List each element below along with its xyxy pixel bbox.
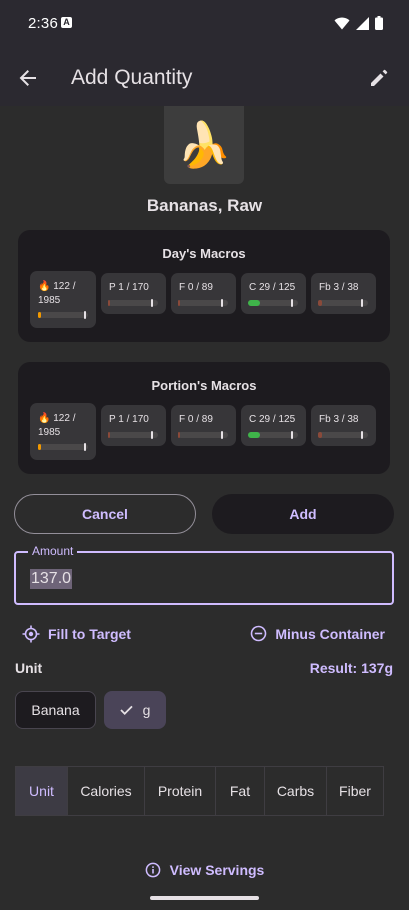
fat-bar-target <box>221 431 223 439</box>
tab-calories[interactable]: Calories <box>68 767 145 815</box>
protein-bar-fill <box>108 300 110 306</box>
fat-label: F 0 / 89 <box>179 414 213 425</box>
fat-chip: F 0 / 89 <box>171 405 236 446</box>
protein-label: P 1 / 170 <box>109 414 149 425</box>
fat-bar <box>178 431 228 439</box>
amount-field[interactable]: Amount 137.0 <box>14 544 394 605</box>
minus-container-label: Minus Container <box>275 625 385 642</box>
amount-label: Amount <box>28 544 78 558</box>
calories-chip: 🔥 122 / 1985 <box>30 271 96 328</box>
signal-icon <box>356 16 369 30</box>
carbs-bar-target <box>291 299 293 307</box>
fiber-chip: Fb 3 / 38 <box>311 405 376 446</box>
days-macros-card: Day's Macros 🔥 122 / 1985 P 1 / 170 F 0 … <box>18 230 390 342</box>
arrow-back-icon <box>19 70 36 86</box>
food-name: Bananas, Raw <box>146 196 263 215</box>
unit-option-banana[interactable]: Banana <box>15 691 96 729</box>
calories-label: 🔥 122 / 1985 <box>38 413 76 438</box>
notification-icon: A <box>61 17 72 28</box>
wifi-icon <box>334 17 350 29</box>
fiber-label: Fb 3 / 38 <box>319 282 359 293</box>
tab-fiber[interactable]: Fiber <box>327 767 383 815</box>
carbs-chip: C 29 / 125 <box>241 405 306 446</box>
page-title: Add Quantity <box>71 66 193 89</box>
status-time: 2:36 <box>28 15 58 32</box>
protein-bar <box>108 431 158 439</box>
amount-input-value[interactable]: 137.0 <box>30 569 73 589</box>
info-icon <box>145 862 161 878</box>
calories-bar <box>38 443 88 451</box>
fat-label: F 0 / 89 <box>179 282 213 293</box>
fat-bar <box>178 299 228 307</box>
app-bar: Add Quantity <box>0 50 409 106</box>
cancel-button[interactable]: Cancel <box>14 494 196 534</box>
carbs-label: C 29 / 125 <box>249 282 296 293</box>
tab-unit[interactable]: Unit <box>16 767 68 815</box>
fat-bar-fill <box>178 432 180 438</box>
unit-label: Unit <box>15 660 43 676</box>
portion-macros-title: Portion's Macros <box>151 378 257 393</box>
carbs-bar-fill <box>248 432 260 438</box>
fiber-bar <box>318 299 368 307</box>
battery-icon <box>375 16 383 30</box>
protein-bar-fill <box>108 432 110 438</box>
tab-bar: Unit Calories Protein Fat Carbs Fiber <box>15 766 384 816</box>
fiber-bar <box>318 431 368 439</box>
tab-protein[interactable]: Protein <box>145 767 216 815</box>
fiber-bar-target <box>361 431 363 439</box>
calories-bar <box>38 311 88 319</box>
home-indicator[interactable] <box>150 896 259 900</box>
check-icon <box>119 705 133 715</box>
fiber-bar-fill <box>318 300 322 306</box>
edit-button[interactable] <box>361 60 397 96</box>
carbs-bar-target <box>291 431 293 439</box>
minus-circle-icon <box>251 625 267 642</box>
unit-option-g-label: g <box>142 702 151 718</box>
result-label: Result: 137g <box>309 660 393 676</box>
carbs-chip: C 29 / 125 <box>241 273 306 314</box>
fat-bar-target <box>221 299 223 307</box>
status-bar: 2:36 A <box>0 0 409 50</box>
protein-chip: P 1 / 170 <box>101 273 166 314</box>
pencil-icon <box>371 69 388 86</box>
food-image: 🍌 <box>164 106 244 184</box>
tab-carbs[interactable]: Carbs <box>265 767 327 815</box>
calories-label: 🔥 122 / 1985 <box>38 281 76 306</box>
carbs-bar-fill <box>248 300 260 306</box>
minus-container-button[interactable]: Minus Container <box>250 625 385 642</box>
carbs-bar <box>248 431 298 439</box>
fiber-bar-target <box>361 299 363 307</box>
view-servings-button[interactable]: View Servings <box>0 862 409 878</box>
fill-to-target-button[interactable]: Fill to Target <box>22 625 131 643</box>
protein-chip: P 1 / 170 <box>101 405 166 446</box>
status-icons <box>334 16 383 30</box>
calories-bar-fill <box>38 312 42 318</box>
portion-macros-card: Portion's Macros 🔥 122 / 1985 P 1 / 170 … <box>18 362 390 474</box>
carbs-bar <box>248 299 298 307</box>
carbs-label: C 29 / 125 <box>249 414 296 425</box>
calories-bar-target <box>84 443 86 451</box>
calories-bar-target <box>84 311 86 319</box>
tab-fat[interactable]: Fat <box>216 767 265 815</box>
unit-option-g[interactable]: g <box>104 691 166 729</box>
back-button[interactable] <box>10 60 46 96</box>
fiber-chip: Fb 3 / 38 <box>311 273 376 314</box>
calories-chip: 🔥 122 / 1985 <box>30 403 96 460</box>
fat-bar-fill <box>178 300 180 306</box>
target-icon <box>22 625 40 643</box>
fat-chip: F 0 / 89 <box>171 273 236 314</box>
protein-bar-target <box>151 431 153 439</box>
protein-bar-target <box>151 299 153 307</box>
fill-to-target-label: Fill to Target <box>48 626 131 642</box>
fiber-label: Fb 3 / 38 <box>319 414 359 425</box>
calories-bar-fill <box>38 444 42 450</box>
view-servings-label: View Servings <box>169 862 265 878</box>
protein-label: P 1 / 170 <box>109 282 149 293</box>
protein-bar <box>108 299 158 307</box>
add-button[interactable]: Add <box>212 494 394 534</box>
days-macros-title: Day's Macros <box>162 246 246 261</box>
fiber-bar-fill <box>318 432 322 438</box>
